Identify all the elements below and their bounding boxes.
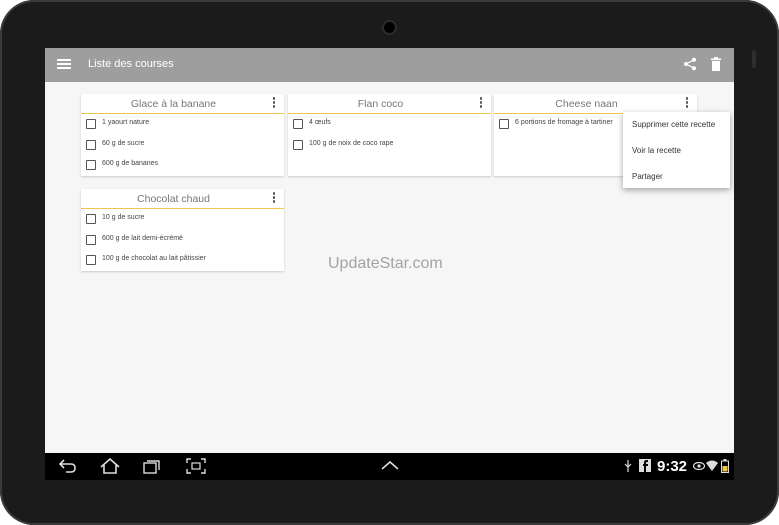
eye-icon xyxy=(693,461,705,471)
ingredient-label: 100 g de noix de coco rape xyxy=(309,139,394,147)
recipe-context-menu: Supprimer cette recette Voir la recette … xyxy=(623,112,730,188)
recipe-header: Flan coco xyxy=(288,94,491,114)
ingredient-label: 1 yaourt nature xyxy=(102,119,150,126)
ingredient-item[interactable]: 100 g de noix de coco rape xyxy=(288,136,491,157)
ingredient-label: 60 g de sucre xyxy=(102,139,145,147)
ingredient-label: 600 g de bananes xyxy=(102,160,159,167)
side-button xyxy=(752,50,756,68)
app-title: Liste des courses xyxy=(88,58,174,70)
facebook-icon xyxy=(639,459,651,472)
app-bar: Liste des courses xyxy=(45,48,734,82)
recipe-title: Cheese naan xyxy=(555,98,618,110)
tablet-frame: Liste des courses Glace à la banane 1 ya… xyxy=(0,0,779,525)
ingredient-item[interactable]: 600 g de lait demi-écrémé xyxy=(81,231,284,252)
ingredient-item[interactable]: 4 œufs xyxy=(288,115,491,136)
recipe-title: Flan coco xyxy=(357,98,404,110)
checkbox[interactable] xyxy=(293,139,303,150)
checkbox[interactable] xyxy=(499,119,509,129)
ingredient-item[interactable]: 1 yaourt nature xyxy=(81,115,284,136)
battery-icon xyxy=(721,459,729,473)
share-icon[interactable] xyxy=(683,57,697,71)
ingredient-label: 100 g de chocolat au lait pâtissier xyxy=(102,255,206,262)
usb-icon xyxy=(624,460,632,472)
checkbox[interactable] xyxy=(86,160,96,170)
menu-item-share[interactable]: Partager xyxy=(632,172,663,181)
recipe-header: Chocolat chaud xyxy=(81,189,284,209)
system-nav-bar: 9:32 xyxy=(45,453,734,480)
checkbox[interactable] xyxy=(86,214,96,224)
menu-icon[interactable] xyxy=(57,57,71,71)
chevron-up-icon[interactable] xyxy=(381,460,399,470)
recent-apps-icon[interactable] xyxy=(143,458,161,474)
recipe-title: Chocolat chaud xyxy=(137,193,210,205)
recipe-card: Chocolat chaud 10 g de sucre 600 g de la… xyxy=(81,189,284,271)
wifi-icon xyxy=(706,460,718,471)
watermark: UpdateStar.com xyxy=(328,255,443,272)
home-icon[interactable] xyxy=(100,458,120,474)
more-options-icon[interactable] xyxy=(685,97,689,109)
camera xyxy=(384,22,395,33)
more-options-icon[interactable] xyxy=(272,192,276,204)
recipe-card: Glace à la banane 1 yaourt nature 60 g d… xyxy=(81,94,284,176)
checkbox[interactable] xyxy=(86,119,96,129)
menu-item-view-recipe[interactable]: Voir la recette xyxy=(632,146,681,155)
back-icon[interactable] xyxy=(59,459,77,473)
more-options-icon[interactable] xyxy=(272,97,276,109)
ingredient-label: 6 portions de fromage à tartiner xyxy=(515,119,613,126)
recipe-card: Flan coco 4 œufs 100 g de noix de coco r… xyxy=(288,94,491,176)
checkbox[interactable] xyxy=(86,234,96,245)
checkbox[interactable] xyxy=(86,255,96,265)
checkbox[interactable] xyxy=(86,139,96,150)
more-options-icon[interactable] xyxy=(479,97,483,109)
ingredient-label: 4 œufs xyxy=(309,119,331,126)
ingredient-label: 10 g de sucre xyxy=(102,214,145,221)
ingredient-item[interactable]: 60 g de sucre xyxy=(81,136,284,157)
clock: 9:32 xyxy=(657,458,688,475)
app-screen: Liste des courses Glace à la banane 1 ya… xyxy=(45,48,734,453)
recipe-header: Glace à la banane xyxy=(81,94,284,114)
menu-item-delete-recipe[interactable]: Supprimer cette recette xyxy=(632,120,715,129)
ingredient-item[interactable]: 100 g de chocolat au lait pâtissier xyxy=(81,251,284,272)
screenshot-icon[interactable] xyxy=(186,458,206,474)
ingredient-item[interactable]: 10 g de sucre xyxy=(81,210,284,231)
recipe-title: Glace à la banane xyxy=(130,98,217,110)
checkbox[interactable] xyxy=(293,119,303,129)
ingredient-label: 600 g de lait demi-écrémé xyxy=(102,234,183,242)
ingredient-item[interactable]: 600 g de bananes xyxy=(81,156,284,177)
recipe-header: Cheese naan xyxy=(494,94,697,114)
trash-icon[interactable] xyxy=(710,57,722,71)
